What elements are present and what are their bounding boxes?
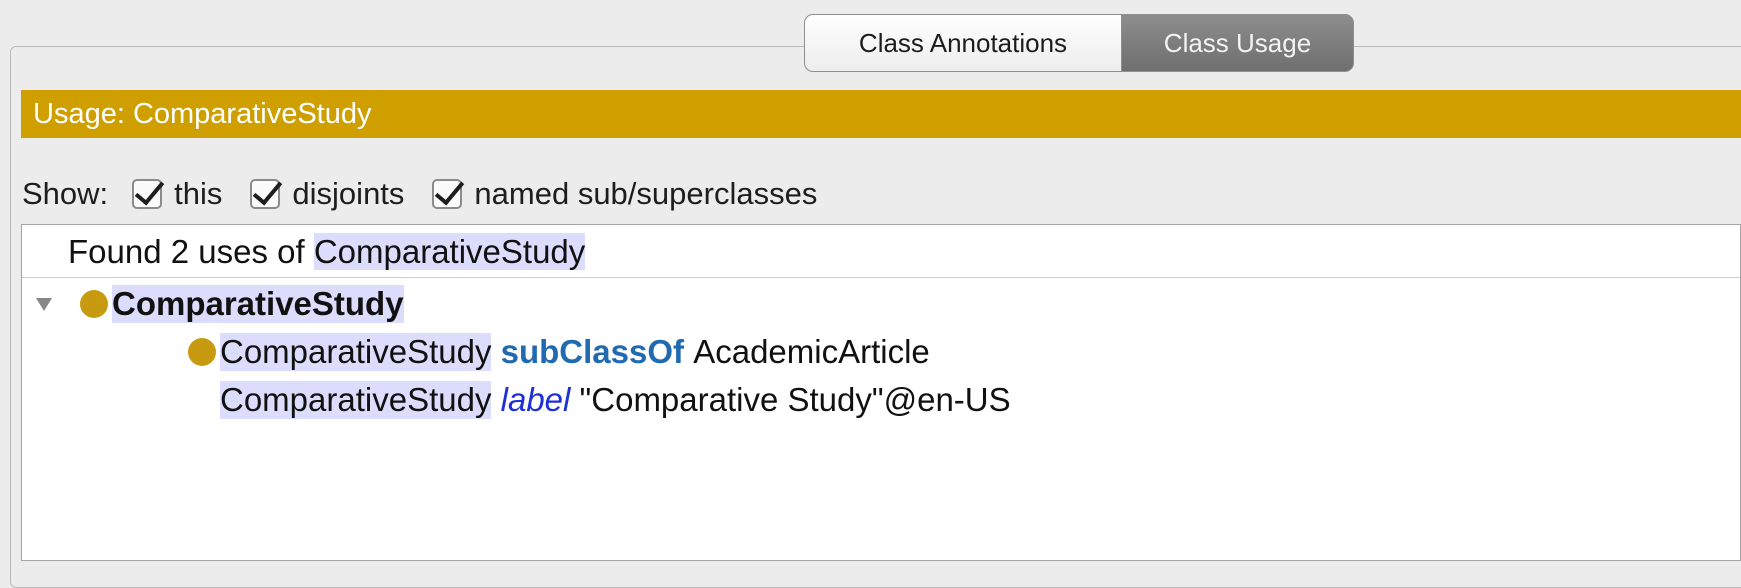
found-summary: Found 2 uses of ComparativeStudy [68,233,586,271]
class-icon [188,338,216,366]
tree-root-row[interactable]: ComparativeStudy [36,281,404,327]
divider [22,277,1740,278]
axiom-object: "Comparative Study"@en-US [579,381,1011,418]
tree-root-label[interactable]: ComparativeStudy [112,285,404,323]
checkbox-label: disjoints [292,176,405,211]
axiom-row[interactable]: ComparativeStudy subClassOf AcademicArti… [188,329,930,375]
usage-results-panel[interactable]: Found 2 uses of ComparativeStudy Compara… [21,224,1741,561]
class-icon [80,290,108,318]
axiom-subject[interactable]: ComparativeStudy [220,333,492,371]
checkbox-label: named sub/superclasses [474,176,818,211]
axiom-object[interactable]: AcademicArticle [693,333,930,371]
show-filter-row: Show: this disjoints named sub/superclas… [22,170,845,218]
show-named-sub-superclasses-checkbox[interactable]: named sub/superclasses [432,176,817,212]
show-label: Show: [22,176,109,211]
checkbox-icon[interactable] [250,179,281,209]
axiom-keyword: label [500,381,571,418]
tab-class-annotations[interactable]: Class Annotations [804,14,1122,72]
checkbox-label: this [174,176,223,211]
show-disjoints-checkbox[interactable]: disjoints [250,176,404,212]
checkbox-icon[interactable] [432,179,463,209]
axiom-subject[interactable]: ComparativeStudy [220,381,492,419]
tab-bar: Class Annotations Class Usage [804,14,1354,74]
disclosure-triangle-icon[interactable] [36,297,52,311]
found-prefix: Found 2 uses of [68,233,314,270]
axiom-row[interactable]: ComparativeStudy label "Comparative Stud… [220,377,1011,423]
found-entity[interactable]: ComparativeStudy [313,233,586,270]
usage-header: Usage: ComparativeStudy [21,90,1741,138]
tab-class-usage[interactable]: Class Usage [1122,14,1354,72]
checkbox-icon[interactable] [132,179,163,209]
axiom-keyword: subClassOf [500,333,685,370]
show-this-checkbox[interactable]: this [132,176,222,212]
